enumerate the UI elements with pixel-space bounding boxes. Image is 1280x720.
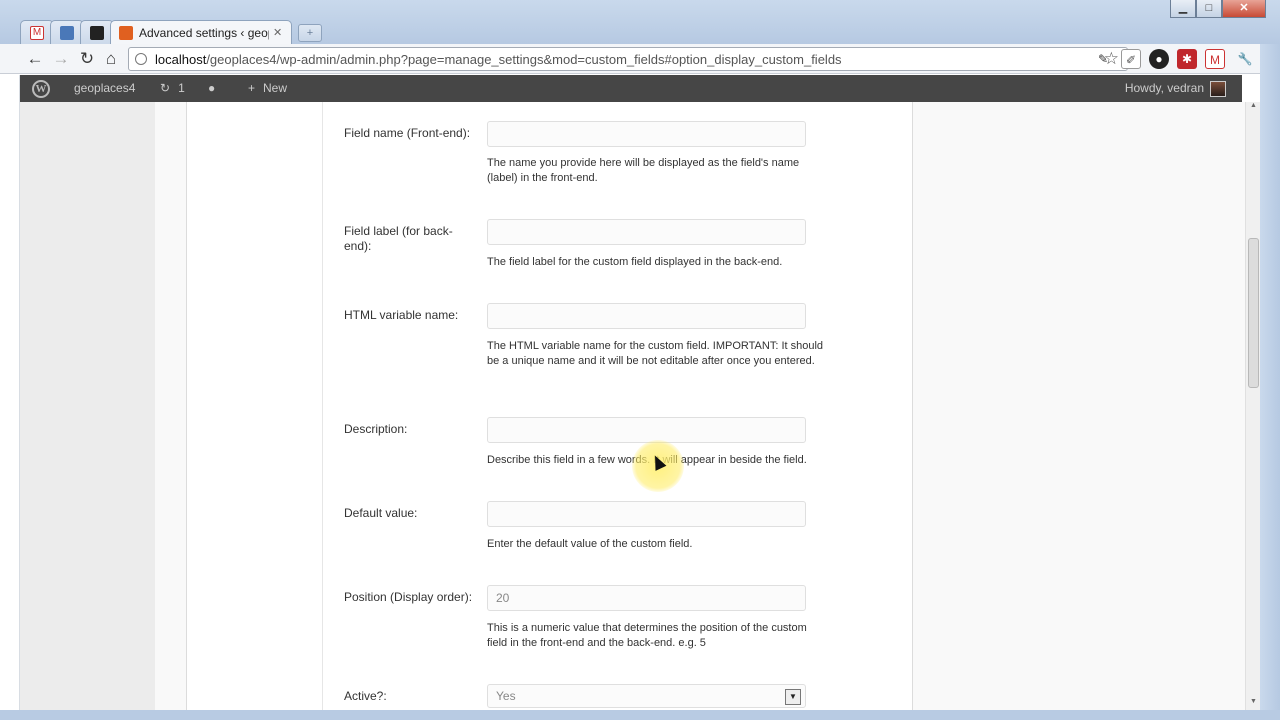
tab-social[interactable] (50, 20, 84, 44)
field-name-input[interactable] (487, 121, 806, 147)
plus-icon: + (248, 81, 256, 95)
field-label-label: Field label (for back-end): (344, 224, 453, 253)
window-right-frame (1260, 44, 1280, 720)
url-path: /geoplaces4/wp-admin/admin.php?page=mana… (206, 51, 842, 67)
dial-extension-icon[interactable]: ● (1149, 49, 1169, 69)
tab-advanced-settings[interactable]: Advanced settings ‹ geopla ✕ (110, 20, 292, 44)
reload-button[interactable]: ↻ (76, 48, 98, 70)
window-left-gutter (0, 75, 20, 720)
window-controls: ▁ □ ✕ (1170, 0, 1266, 18)
scroll-up-icon[interactable]: ▲ (1246, 102, 1261, 114)
position-input[interactable]: 20 (487, 585, 806, 611)
position-description: This is a numeric value that determines … (487, 622, 807, 649)
pen-extension-icon[interactable]: ✎ (1093, 49, 1113, 69)
comments-link[interactable]: ● (208, 75, 215, 102)
home-button[interactable]: ⌂ (100, 48, 122, 70)
field-label-input[interactable] (487, 219, 806, 245)
page-info-icon[interactable] (135, 53, 147, 65)
active-label: Active?: (344, 689, 387, 703)
gmail-icon: M (30, 25, 44, 40)
updates-icon: ↻ (160, 81, 171, 95)
tab-close-icon[interactable]: ✕ (273, 26, 282, 39)
html-variable-name-description: The HTML variable name for the custom fi… (487, 340, 824, 367)
gmail-checker-icon[interactable]: M (1205, 49, 1225, 69)
social-favicon-icon (60, 25, 74, 40)
forward-button[interactable]: → (50, 48, 72, 70)
scroll-down-icon[interactable]: ▼ (1246, 698, 1261, 710)
browser-toolbar: ← → ↻ ⌂ localhost/geoplaces4/wp-admin/ad… (0, 44, 1280, 74)
asterisk-extension-icon[interactable]: ✱ (1177, 49, 1197, 69)
default-value-description: Enter the default value of the custom fi… (487, 538, 693, 550)
description-label: Description: (344, 422, 408, 436)
tab-gmail[interactable]: M (20, 20, 54, 44)
tab-bookmark[interactable] (80, 20, 114, 44)
back-button[interactable]: ← (24, 48, 46, 70)
howdy-text: Howdy, vedran (1124, 81, 1204, 95)
html-variable-name-input[interactable] (487, 303, 806, 329)
star-favicon-icon (90, 25, 104, 40)
position-label: Position (Display order): (344, 590, 473, 604)
window-bottom-frame (0, 710, 1280, 720)
tab-strip: M Advanced settings ‹ geopla ✕ + (20, 20, 322, 44)
new-label: New (263, 81, 288, 95)
panel-divider (322, 102, 323, 710)
html-variable-name-label: HTML variable name: (344, 308, 459, 322)
wp-admin-menu (20, 102, 155, 710)
tab-title: Advanced settings ‹ geopla (139, 25, 269, 40)
wordpress-logo-icon: W (32, 79, 50, 98)
site-name-link[interactable]: geoplaces4 (74, 75, 135, 102)
default-value-input[interactable] (487, 501, 806, 527)
dropdown-arrow-icon[interactable]: ▼ (785, 689, 801, 705)
active-select-value: Yes (496, 689, 516, 703)
active-select[interactable]: Yes ▼ (487, 684, 806, 708)
description-input[interactable] (487, 417, 806, 443)
page-scrollbar[interactable]: ▲ ▼ (1245, 102, 1260, 710)
default-value-label: Default value: (344, 506, 418, 520)
maximize-button[interactable]: □ (1196, 0, 1222, 18)
wp-admin-bar: W geoplaces4 ↻ 1 ● + New Howdy, vedran (20, 75, 1242, 102)
notes-extension-icon[interactable]: ✐ (1121, 49, 1141, 69)
wordpress-favicon-icon (119, 25, 133, 40)
wp-logo-button[interactable]: W (32, 75, 50, 102)
close-window-button[interactable]: ✕ (1222, 0, 1266, 18)
new-tab-button[interactable]: + (298, 24, 322, 42)
field-label-description: The field label for the custom field dis… (487, 256, 783, 268)
my-account-link[interactable]: Howdy, vedran (1125, 75, 1226, 102)
wrench-menu-icon[interactable]: 🔧 (1235, 49, 1255, 69)
scroll-thumb[interactable] (1248, 238, 1259, 388)
address-bar[interactable]: localhost/geoplaces4/wp-admin/admin.php?… (128, 47, 1128, 71)
url-host: localhost (155, 51, 207, 67)
minimize-button[interactable]: ▁ (1170, 0, 1196, 18)
avatar (1210, 80, 1226, 97)
comment-bubble-icon: ● (208, 81, 216, 95)
browser-titlebar: M Advanced settings ‹ geopla ✕ + ▁ □ ✕ (0, 0, 1280, 44)
field-name-description: The name you provide here will be displa… (487, 157, 800, 184)
field-name-label: Field name (Front-end): (344, 126, 471, 140)
updates-count: 1 (178, 81, 185, 95)
updates-link[interactable]: ↻ 1 (160, 75, 185, 102)
new-content-link[interactable]: + New (248, 75, 287, 102)
settings-panel (186, 102, 913, 710)
